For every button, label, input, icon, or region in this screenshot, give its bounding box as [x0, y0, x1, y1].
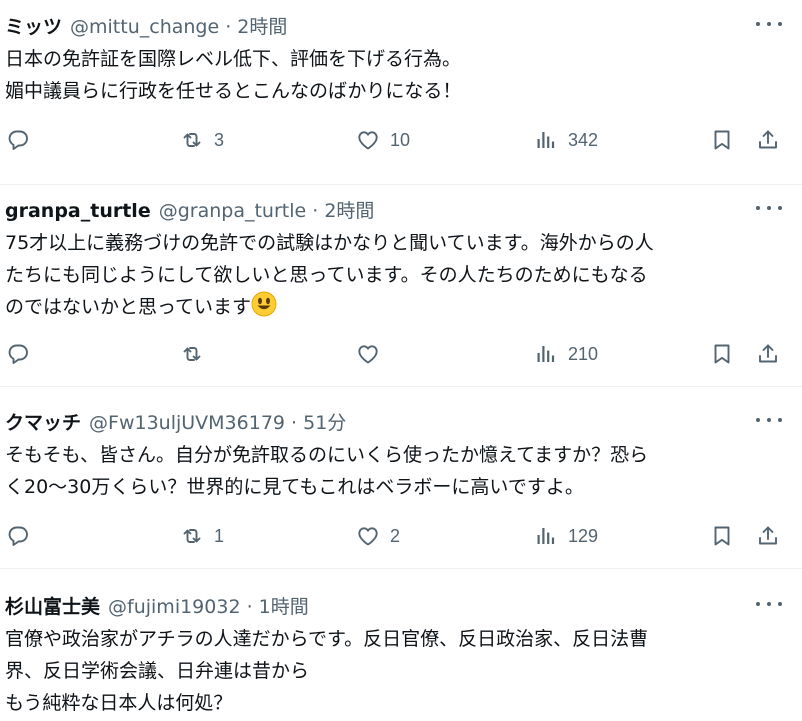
author-handle[interactable]: @granpa_turtle	[159, 200, 306, 222]
post-text-line: のではないかと思っています	[5, 291, 782, 323]
reply-icon	[6, 342, 30, 366]
views-icon	[534, 524, 558, 548]
meta-separator: ·	[219, 16, 238, 38]
author-name[interactable]: 杉山富士美	[5, 592, 100, 619]
views-button[interactable]: 210	[534, 338, 598, 370]
heart-icon	[356, 128, 380, 152]
views-button[interactable]: 129	[534, 520, 598, 552]
share-icon	[756, 342, 780, 366]
share-button[interactable]	[756, 124, 780, 156]
repost-button[interactable]: 3	[180, 124, 224, 156]
author-name[interactable]: クマッチ	[5, 408, 81, 435]
heart-icon	[356, 524, 380, 548]
post-text-line: そもそも、皆さん。自分が免許取るのにいくら使ったか憶えてますか？恐ら	[5, 444, 649, 466]
bookmark-icon	[710, 524, 734, 548]
post-text: そもそも、皆さん。自分が免許取るのにいくら使ったか憶えてますか？恐ら く20～3…	[5, 439, 782, 503]
post-header: granpa_turtle @granpa_turtle · 2時間	[5, 196, 374, 222]
author-meta: @Fw13uljUVM36179 · 51分	[89, 408, 346, 435]
share-button[interactable]	[756, 520, 780, 552]
views-icon	[534, 342, 558, 366]
reply-icon	[6, 128, 30, 152]
post-text-line: もう純粋な日本人は何処？	[5, 692, 233, 714]
repost-icon	[180, 342, 204, 366]
repost-button[interactable]: 1	[180, 520, 224, 552]
post-time[interactable]: 2時間	[324, 200, 374, 222]
post-divider	[0, 386, 802, 387]
post-header: ミッツ @mittu_change · 2時間	[5, 12, 287, 38]
heart-icon	[356, 342, 380, 366]
post-time[interactable]: 51分	[303, 412, 346, 434]
post-text-line: 界、反日学術会議、日弁連は昔から	[5, 660, 310, 682]
author-handle[interactable]: @mittu_change	[70, 16, 219, 38]
like-count: 10	[390, 129, 411, 150]
bookmark-button[interactable]	[710, 520, 734, 552]
author-meta: @granpa_turtle · 2時間	[159, 196, 375, 223]
repost-button[interactable]	[180, 338, 204, 370]
reply-button[interactable]	[6, 520, 30, 552]
meta-separator: ·	[285, 412, 304, 434]
author-name[interactable]: ミッツ	[5, 12, 62, 39]
repost-icon	[180, 524, 204, 548]
share-icon	[756, 128, 780, 152]
bookmark-icon	[710, 128, 734, 152]
views-count: 210	[568, 343, 599, 364]
post-time[interactable]: 2時間	[237, 16, 287, 38]
author-handle[interactable]: @fujimi19032	[108, 596, 241, 618]
post-actions: 210	[0, 338, 802, 370]
reply-icon	[6, 524, 30, 548]
like-button[interactable]: 2	[356, 520, 400, 552]
like-count: 2	[390, 525, 401, 546]
meta-separator: ·	[306, 200, 325, 222]
post-divider	[0, 184, 802, 185]
post-text-line: 75才以上に義務づけの免許での試験はかなりと聞いています。海外からの人	[5, 232, 654, 254]
more-icon[interactable]	[756, 594, 782, 614]
post-text-segment: のではないかと思っています	[5, 296, 252, 318]
reply-button[interactable]	[6, 124, 30, 156]
author-handle[interactable]: @Fw13uljUVM36179	[89, 412, 285, 434]
views-count: 342	[568, 129, 599, 150]
bookmark-button[interactable]	[710, 338, 734, 370]
like-button[interactable]	[356, 338, 380, 370]
share-icon	[756, 524, 780, 548]
post-text: 官僚や政治家がアチラの人達だからです。反日官僚、反日政治家、反日法曹 界、反日学…	[5, 623, 782, 719]
meta-separator: ·	[240, 596, 259, 618]
views-count: 129	[568, 525, 599, 546]
post-header: クマッチ @Fw13uljUVM36179 · 51分	[5, 408, 346, 434]
post-text-line: たちにも同じようにして欲しいと思っています。その人たちのためにもなる	[5, 264, 648, 286]
post-text-line: 媚中議員らに行政を任せるとこんなのばかりになる！	[5, 80, 462, 102]
more-icon[interactable]	[756, 410, 782, 430]
post-divider	[0, 568, 802, 569]
smiling-face-emoji	[251, 291, 277, 317]
bookmark-button[interactable]	[710, 124, 734, 156]
more-icon[interactable]	[756, 14, 782, 34]
post-actions: 3 10 342	[0, 124, 802, 156]
bookmark-icon	[710, 342, 734, 366]
views-icon	[534, 128, 558, 152]
post-text-line: 日本の免許証を国際レベル低下、評価を下げる行為。	[5, 48, 462, 70]
repost-count: 1	[214, 525, 225, 546]
views-button[interactable]: 342	[534, 124, 598, 156]
reply-button[interactable]	[6, 338, 30, 370]
post-text: 75才以上に義務づけの免許での試験はかなりと聞いています。海外からの人 たちにも…	[5, 227, 782, 323]
post-text-line: く20～30万くらい？世界的に見てもこれはベラボーに高いですよ。	[5, 476, 584, 498]
post-text-line: 官僚や政治家がアチラの人達だからです。反日官僚、反日政治家、反日法曹	[5, 628, 649, 650]
author-meta: @fujimi19032 · 1時間	[108, 592, 309, 619]
post-actions: 1 2 129	[0, 520, 802, 552]
post-header: 杉山富士美 @fujimi19032 · 1時間	[5, 592, 309, 618]
repost-icon	[180, 128, 204, 152]
share-button[interactable]	[756, 338, 780, 370]
post-time[interactable]: 1時間	[259, 596, 309, 618]
repost-count: 3	[214, 129, 225, 150]
more-icon[interactable]	[756, 198, 782, 218]
post-text: 日本の免許証を国際レベル低下、評価を下げる行為。 媚中議員らに行政を任せるとこん…	[5, 43, 782, 107]
author-meta: @mittu_change · 2時間	[70, 12, 287, 39]
author-name[interactable]: granpa_turtle	[5, 200, 151, 222]
like-button[interactable]: 10	[356, 124, 410, 156]
